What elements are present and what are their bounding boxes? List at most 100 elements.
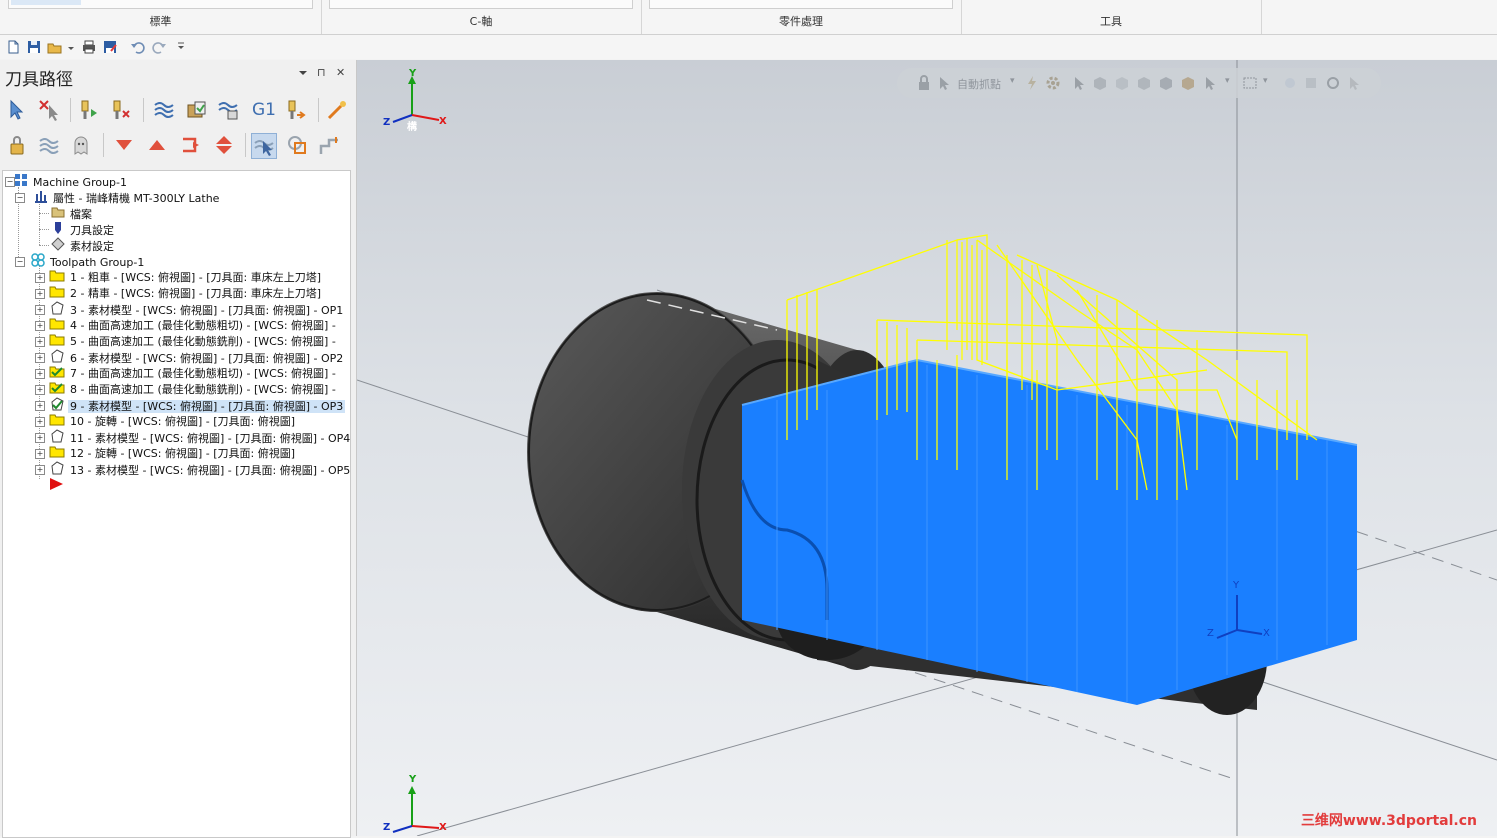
print-button[interactable] bbox=[81, 39, 97, 55]
graphics-viewport[interactable]: Y X Z 構 Y X Z Y X Z 自動抓點 ▾ ▾ ▾ 三维网www.3d… bbox=[357, 60, 1497, 836]
operation-label: 3 - 素材模型 - [WCS: 俯視圖] - [刀具面: 俯視圖] - OP1 bbox=[70, 303, 344, 317]
select-all-operations-button[interactable] bbox=[5, 98, 29, 122]
face-select-icon[interactable] bbox=[1114, 75, 1130, 94]
expand-toggle[interactable]: + bbox=[35, 385, 45, 395]
lightning-icon[interactable] bbox=[1025, 75, 1039, 94]
operation-row-11[interactable]: + 11 - 素材模型 - [WCS: 俯視圖] - [刀具面: 俯視圖] - … bbox=[35, 429, 350, 445]
chevron-down-icon[interactable]: ▾ bbox=[1225, 76, 1230, 86]
toggle-posting-button[interactable] bbox=[69, 133, 93, 157]
axis-z-label: Z bbox=[383, 117, 391, 128]
autocursor-icon[interactable] bbox=[937, 75, 953, 94]
tree-item-files[interactable]: 檔案 bbox=[51, 205, 94, 221]
operation-row-7[interactable]: + 7 - 曲面高速加工 (最佳化動態粗切) - [WCS: 俯視圖] - bbox=[35, 365, 338, 381]
save-icon bbox=[28, 41, 40, 53]
customize-qat-button[interactable] bbox=[176, 39, 186, 55]
expand-toggle[interactable]: + bbox=[35, 289, 45, 299]
window-select-icon[interactable] bbox=[1242, 75, 1258, 94]
new-file-button[interactable] bbox=[5, 39, 21, 55]
edge-select-icon[interactable] bbox=[1136, 75, 1152, 94]
open-button[interactable] bbox=[47, 39, 75, 55]
expand-toggle[interactable]: + bbox=[35, 465, 45, 475]
redo-icon bbox=[152, 42, 166, 54]
operation-row-9[interactable]: + 9 - 素材模型 - [WCS: 俯視圖] - [刀具面: 俯視圖] - O… bbox=[35, 397, 346, 413]
simulate-button[interactable] bbox=[216, 98, 240, 122]
move-down-button[interactable] bbox=[112, 133, 136, 157]
panel-close-button[interactable]: ✕ bbox=[336, 66, 345, 79]
body-select-icon[interactable] bbox=[1180, 75, 1196, 94]
operation-row-1[interactable]: + 1 - 粗車 - [WCS: 俯視圖] - [刀具面: 車床左上刀塔] bbox=[35, 269, 323, 285]
lock-icon bbox=[10, 136, 24, 155]
operation-row-10[interactable]: + 10 - 旋轉 - [WCS: 俯視圖] - [刀具面: 俯視圖] bbox=[35, 413, 297, 429]
shapes-icon bbox=[288, 136, 306, 154]
solid-select-icon[interactable] bbox=[1092, 75, 1108, 94]
redo-button[interactable] bbox=[151, 39, 167, 55]
panel-menu-button[interactable] bbox=[298, 68, 308, 81]
chevron-down-icon[interactable]: ▾ bbox=[1010, 76, 1015, 86]
regenerate-selected-button[interactable] bbox=[77, 98, 101, 122]
tree-item-tool-settings[interactable]: 刀具設定 bbox=[51, 221, 116, 237]
save-as-button[interactable] bbox=[102, 39, 118, 55]
autocursor-label[interactable]: 自動抓點 bbox=[957, 76, 1001, 92]
expand-toggle[interactable]: + bbox=[35, 353, 45, 363]
select-arrow-icon[interactable] bbox=[1072, 75, 1086, 94]
verify-select-icon[interactable] bbox=[1203, 75, 1219, 94]
tree-item-properties[interactable]: − 屬性 - 瑞峰精機 MT-300LY Lathe bbox=[15, 189, 221, 205]
move-up-button[interactable] bbox=[145, 133, 169, 157]
tree-item-stock-setup[interactable]: 素材設定 bbox=[51, 237, 116, 253]
high-feed-button[interactable] bbox=[284, 98, 308, 122]
ribbon: 標準 C-軸 零件處理 工具 bbox=[0, 0, 1497, 35]
edit-tool-button[interactable] bbox=[325, 98, 349, 122]
regenerate-dirty-button[interactable] bbox=[109, 98, 133, 122]
post-selected-button[interactable]: G1 bbox=[252, 98, 276, 122]
lock-icon[interactable] bbox=[917, 75, 931, 94]
ghost-icon bbox=[74, 136, 88, 155]
expand-toggle[interactable]: + bbox=[35, 449, 45, 459]
select-toolpath-button[interactable] bbox=[251, 133, 277, 159]
expand-toggle[interactable]: + bbox=[35, 337, 45, 347]
operation-row-5[interactable]: + 5 - 曲面高速加工 (最佳化動態銑削) - [WCS: 俯視圖] - bbox=[35, 333, 338, 349]
step-tool-button[interactable] bbox=[317, 133, 341, 157]
operation-row-4[interactable]: + 4 - 曲面高速加工 (最佳化動態粗切) - [WCS: 俯視圖] - bbox=[35, 317, 338, 333]
refresh-icon[interactable] bbox=[1325, 75, 1341, 94]
display-options-button[interactable] bbox=[285, 133, 309, 157]
undo-button[interactable] bbox=[130, 39, 146, 55]
select-group-icon[interactable] bbox=[1303, 75, 1319, 94]
insert-arrow-button[interactable] bbox=[179, 133, 203, 157]
expand-toggle[interactable]: + bbox=[35, 321, 45, 331]
expand-toggle[interactable]: + bbox=[35, 305, 45, 315]
operation-row-8[interactable]: + 8 - 曲面高速加工 (最佳化動態銑削) - [WCS: 俯視圖] - bbox=[35, 381, 338, 397]
save-button[interactable] bbox=[26, 39, 42, 55]
operation-row-12[interactable]: + 12 - 旋轉 - [WCS: 俯視圖] - [刀具面: 俯視圖] bbox=[35, 445, 297, 461]
operation-label: 8 - 曲面高速加工 (最佳化動態銑削) - [WCS: 俯視圖] - bbox=[70, 383, 336, 396]
operation-row-6[interactable]: + 6 - 素材模型 - [WCS: 俯視圖] - [刀具面: 俯視圖] - O… bbox=[35, 349, 345, 365]
toggle-display-button[interactable] bbox=[37, 133, 61, 157]
tree-item-toolpath-group[interactable]: − Toolpath Group-1 bbox=[15, 253, 146, 269]
backplot-button[interactable] bbox=[152, 98, 176, 122]
select-last-icon[interactable] bbox=[1282, 75, 1298, 94]
chevron-down-icon[interactable]: ▾ bbox=[1263, 76, 1268, 86]
deselect-operations-button[interactable] bbox=[37, 98, 61, 122]
panel-pin-button[interactable]: ⊓ bbox=[317, 66, 326, 79]
expand-toggle[interactable]: + bbox=[35, 433, 45, 443]
vertex-select-icon[interactable] bbox=[1158, 75, 1174, 94]
collapse-toggle[interactable]: − bbox=[5, 177, 15, 187]
operation-row-13[interactable]: + 13 - 素材模型 - [WCS: 俯視圖] - [刀具面: 俯視圖] - … bbox=[35, 461, 350, 477]
expand-toggle[interactable]: + bbox=[35, 401, 45, 411]
collapse-toggle[interactable]: − bbox=[15, 193, 25, 203]
scroll-to-insert-button[interactable] bbox=[212, 133, 236, 157]
step-icon bbox=[319, 137, 338, 154]
lock-button[interactable] bbox=[5, 133, 29, 157]
gear-icon[interactable] bbox=[1045, 75, 1061, 94]
operation-row-2[interactable]: + 2 - 精車 - [WCS: 俯視圖] - [刀具面: 車床左上刀塔] bbox=[35, 285, 323, 301]
collapse-toggle[interactable]: − bbox=[15, 257, 25, 267]
expand-toggle[interactable]: + bbox=[35, 273, 45, 283]
operation-row-3[interactable]: + 3 - 素材模型 - [WCS: 俯視圖] - [刀具面: 俯視圖] - O… bbox=[35, 301, 345, 317]
toolbar-separator bbox=[318, 98, 319, 122]
expand-toggle[interactable]: + bbox=[35, 369, 45, 379]
insert-arrow-marker[interactable] bbox=[49, 477, 65, 493]
expand-toggle[interactable]: + bbox=[35, 417, 45, 427]
ribbon-selected-slot[interactable] bbox=[11, 0, 81, 5]
verify-button[interactable] bbox=[184, 98, 208, 122]
tree-item-machine-group[interactable]: − Machine Group-1 bbox=[5, 173, 129, 189]
clear-selection-icon[interactable] bbox=[1347, 75, 1363, 94]
